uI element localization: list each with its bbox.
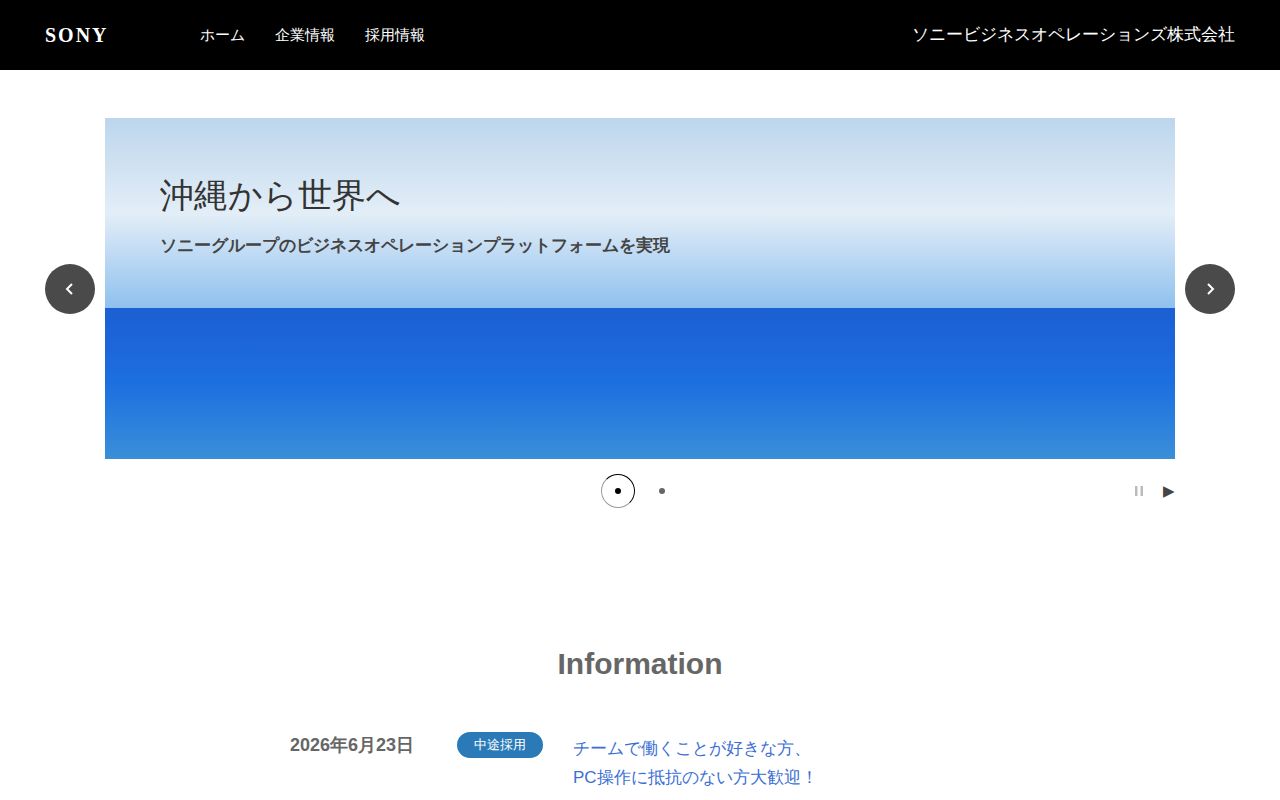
info-tag[interactable]: 中途採用 [457,732,543,758]
nav-item[interactable]: ホーム [200,24,245,47]
main-nav: ホーム 企業情報 採用情報 [200,24,425,47]
info-item: 2026年6月23日中途採用 チームで働くことが好きな方、PC操作に抵抗のない方大… [290,732,990,792]
prev-button[interactable] [45,264,95,314]
info-link[interactable]: チームで働くことが好きな方、PC操作に抵抗のない方大歓迎！ [573,732,818,792]
slide[interactable]: 沖縄から世界へソニーグループのビジネスオペレーションプラットフォームを実現 [105,118,1175,459]
slide-title: 沖縄から世界へ [160,170,670,221]
nav-item[interactable]: 企業情報 [275,24,335,47]
info-date: 2026年6月23日 [290,732,457,759]
carousel-dot[interactable] [601,474,635,508]
carousel-dot[interactable] [645,474,679,508]
next-button[interactable] [1185,264,1235,314]
company-name[interactable]: ソニービジネスオペレーションズ株式会社 [912,22,1235,48]
information-heading: Information [558,641,723,686]
pause-icon [1133,484,1145,498]
sony-logo[interactable]: SONY [45,20,200,50]
information: Information 2026年6月23日中途採用 チームで働くことが好きな方、P… [0,523,1280,792]
slide-subtitle: ソニーグループのビジネスオペレーションプラットフォームを実現 [160,233,670,259]
pause-button[interactable] [1133,484,1145,498]
chevron-right-icon [1202,281,1218,297]
play-button[interactable]: ▶ [1163,480,1175,503]
chevron-left-icon [62,281,78,297]
carousel: 沖縄から世界へソニーグループのビジネスオペレーションプラットフォームを実現 ▶ [0,70,1280,523]
page: SONYホーム 企業情報 採用情報 ソニービジネスオペレーションズ株式会社沖縄から世界… [0,0,1280,800]
header: SONYホーム 企業情報 採用情報 ソニービジネスオペレーションズ株式会社 [0,0,1280,70]
nav-item[interactable]: 採用情報 [365,24,425,47]
